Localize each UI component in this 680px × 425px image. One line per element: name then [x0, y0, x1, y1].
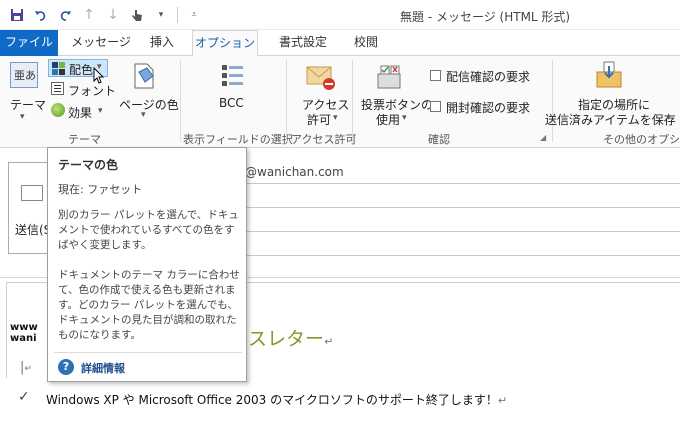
page-color-button[interactable]: ページの色 — [119, 96, 179, 113]
support-text-content: Windows XP や Microsoft Office 2003 のマイクロ… — [46, 393, 498, 407]
paragraph-mark: ↵ — [324, 335, 334, 348]
tooltip-title: テーマの色 — [58, 158, 119, 172]
group-separator — [180, 60, 181, 142]
ribbon-tabs: ファイル メッセージ 挿入 オプション 書式設定 校閲 — [0, 30, 680, 57]
tab-message[interactable]: メッセージ — [66, 30, 136, 56]
tooltip-separator — [54, 352, 242, 353]
down-icon[interactable]: ↓ — [102, 4, 124, 26]
request-delivery-label[interactable]: 配信確認の要求 — [446, 68, 530, 85]
customize-dropdown-icon[interactable]: ▾ — [150, 4, 172, 26]
permission-icon — [305, 62, 337, 92]
voting-buttons-icon — [375, 62, 405, 92]
paragraph-mark: ↵ — [24, 364, 32, 374]
request-read-checkbox[interactable] — [430, 101, 441, 112]
newsletter-site-name: www wani — [10, 322, 38, 344]
site-line-1: www — [10, 322, 38, 333]
title-bar: ↑ ↓ ▾ ⩡ 無題 - メッセージ (HTML 形式) — [0, 0, 680, 30]
quick-access-toolbar: ↑ ↓ ▾ ⩡ — [6, 4, 205, 26]
voting-dropdown-icon: ▾ — [402, 113, 407, 123]
support-text[interactable]: Windows XP や Microsoft Office 2003 のマイクロ… — [46, 391, 507, 408]
tab-insert[interactable]: 挿入 — [142, 30, 182, 56]
fonts-button[interactable]: フォント — [68, 82, 116, 99]
tab-file[interactable]: ファイル — [0, 30, 58, 56]
more-options-group-label: その他のオプション — [603, 133, 680, 146]
group-separator — [552, 60, 553, 142]
save-icon[interactable] — [6, 4, 28, 26]
mouse-pointer-icon — [93, 67, 105, 84]
themes-button[interactable]: 亜あ テーマ ▾ — [6, 60, 46, 126]
save-sent-label-2[interactable]: 送信済みアイテムを保存 — [545, 111, 676, 128]
group-separator — [286, 60, 287, 142]
cc-field[interactable] — [244, 231, 680, 232]
colors-label: 配色 — [69, 63, 94, 77]
from-address[interactable]: @wanichan.com — [245, 165, 344, 179]
tab-format-text[interactable]: 書式設定 — [268, 30, 338, 56]
tooltip-paragraph-1: 別のカラー パレットを選んで、ドキュメントで使われているすべての色をすばやく変更… — [58, 209, 239, 251]
subject-field[interactable] — [244, 255, 680, 256]
save-sent-item-icon — [594, 60, 624, 90]
help-icon[interactable]: ? — [58, 359, 74, 375]
permission-label-2[interactable]: 許可 — [307, 111, 331, 128]
effects-button[interactable]: 効果 — [68, 104, 92, 121]
theme-group-label: テーマ — [68, 133, 101, 146]
group-separator — [352, 60, 353, 142]
page-color-icon — [131, 62, 157, 92]
tooltip-current: 現在: ファセット — [58, 183, 143, 196]
fonts-icon — [51, 82, 64, 95]
effects-icon — [51, 103, 65, 117]
check-bullet-icon: ✓ — [18, 389, 30, 405]
tooltip-more-info-link[interactable]: 詳細情報 — [81, 360, 125, 376]
page-color-dropdown-icon: ▾ — [141, 110, 146, 120]
qat-more-icon[interactable]: ⩡ — [183, 4, 205, 26]
undo-icon[interactable] — [30, 4, 52, 26]
paragraph-mark: ↵ — [497, 394, 508, 407]
show-fields-group-label: 表示フィールドの選択 — [183, 133, 293, 146]
bcc-icon — [220, 62, 246, 90]
tooltip-paragraph-2: ドキュメントのテーマ カラーに合わせて、色の作成で使える色も更新されます。どのカ… — [58, 269, 240, 341]
themes-dropdown-icon: ▾ — [20, 112, 25, 122]
tracking-group-label: 確認 — [428, 133, 450, 146]
window-title: 無題 - メッセージ (HTML 形式) — [400, 10, 571, 24]
request-delivery-checkbox[interactable] — [430, 70, 441, 81]
send-icon — [21, 185, 43, 201]
site-line-2: wani — [10, 333, 37, 344]
themes-label: テーマ — [10, 98, 47, 112]
tab-review[interactable]: 校閲 — [346, 30, 386, 56]
tracking-launcher-icon[interactable]: ◢ — [540, 133, 546, 142]
touch-icon[interactable] — [126, 4, 148, 26]
up-icon[interactable]: ↑ — [78, 4, 100, 26]
request-read-label[interactable]: 開封確認の要求 — [446, 99, 530, 116]
permission-group-label: アクセス許可 — [291, 133, 357, 146]
themes-icon: 亜あ — [10, 62, 38, 88]
tab-options[interactable]: オプション — [192, 30, 258, 57]
colors-icon — [52, 62, 65, 75]
effects-dropdown-icon: ▾ — [98, 106, 103, 116]
text-cursor: |↵ — [20, 360, 32, 375]
redo-icon[interactable] — [54, 4, 76, 26]
theme-colors-tooltip: テーマの色 現在: ファセット 別のカラー パレットを選んで、ドキュメントで使わ… — [47, 147, 247, 382]
from-field-line — [244, 183, 680, 184]
to-field[interactable] — [244, 207, 680, 208]
voting-label-2[interactable]: 使用 — [376, 111, 400, 128]
bcc-button[interactable]: BCC — [219, 96, 244, 110]
permission-dropdown-icon: ▾ — [333, 113, 338, 123]
qat-separator — [177, 7, 178, 23]
save-sent-dropdown-icon: ▾ — [666, 113, 671, 123]
